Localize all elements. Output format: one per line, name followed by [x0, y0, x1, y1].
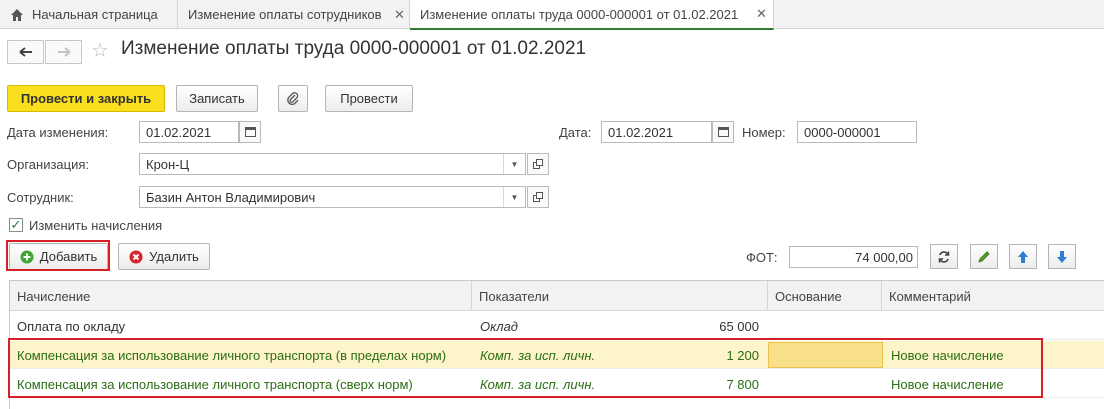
move-up-button[interactable]: [1009, 244, 1037, 269]
indicator-cell: Оклад: [480, 318, 518, 334]
forward-button[interactable]: [45, 40, 82, 64]
organization-value: Крон-Ц: [146, 156, 190, 172]
date-label: Дата:: [559, 125, 592, 140]
change-date-calendar-button[interactable]: [239, 121, 261, 143]
arrow-right-icon: [57, 47, 71, 57]
chevron-down-icon[interactable]: ▼: [503, 187, 525, 207]
column-header-comment[interactable]: Комментарий: [882, 281, 1104, 311]
employee-label: Сотрудник:: [7, 190, 74, 205]
organization-label: Организация:: [7, 157, 90, 172]
organization-open-button[interactable]: [527, 153, 549, 175]
pencil-icon: [978, 250, 990, 263]
highlight-box-add: [6, 240, 110, 271]
change-date-label: Дата изменения:: [7, 125, 109, 140]
tab-home-label: Начальная страница: [32, 7, 158, 22]
employee-value: Базин Антон Владимирович: [146, 189, 316, 205]
indicator-value-cell: 65 000: [719, 318, 759, 334]
move-down-button[interactable]: [1048, 244, 1076, 269]
date-field[interactable]: 01.02.2021: [601, 121, 712, 143]
back-button[interactable]: [7, 40, 44, 64]
attach-button[interactable]: [278, 85, 308, 112]
calendar-icon: [717, 127, 729, 137]
number-field[interactable]: 0000-000001: [797, 121, 917, 143]
delete-circle-icon: [129, 250, 143, 263]
delete-button[interactable]: Удалить: [118, 243, 210, 270]
organization-field[interactable]: Крон-Ц ▼: [139, 153, 526, 175]
date-value: 01.02.2021: [608, 124, 674, 140]
number-label: Номер:: [742, 125, 786, 140]
number-value: 0000-000001: [804, 124, 881, 140]
delete-button-label: Удалить: [149, 249, 199, 264]
table-header: Начисление Показатели Основание Коммента…: [10, 281, 1104, 311]
refresh-button[interactable]: [930, 244, 958, 269]
tab-bar: Начальная страница Изменение оплаты сотр…: [0, 0, 1104, 30]
change-accruals-checkbox[interactable]: ✓: [9, 218, 23, 232]
checkmark-icon: ✓: [10, 217, 22, 232]
column-header-indicators[interactable]: Показатели: [472, 281, 768, 311]
column-header-accrual[interactable]: Начисление: [10, 281, 472, 311]
tab-employee-pay-changes[interactable]: Изменение оплаты сотрудников ✕: [178, 0, 410, 29]
table-row[interactable]: Оплата по окладу Оклад 65 000: [10, 312, 1104, 340]
fot-label: ФОТ:: [746, 250, 778, 265]
employee-open-button[interactable]: [527, 186, 549, 208]
date-calendar-button[interactable]: [712, 121, 734, 143]
close-icon[interactable]: ✕: [394, 7, 405, 23]
home-icon: [10, 8, 24, 22]
tab-home[interactable]: Начальная страница: [0, 0, 178, 29]
fot-value: 74 000,00: [855, 249, 913, 265]
paperclip-icon: [287, 91, 299, 105]
close-icon[interactable]: ✕: [756, 6, 767, 22]
employee-field[interactable]: Базин Антон Владимирович ▼: [139, 186, 526, 208]
post-and-close-button[interactable]: Провести и закрыть: [7, 85, 165, 112]
edit-button[interactable]: [970, 244, 998, 269]
change-date-field[interactable]: 01.02.2021: [139, 121, 239, 143]
tab-label: Изменение оплаты сотрудников: [188, 7, 382, 22]
tab-label: Изменение оплаты труда 0000-000001 от 01…: [420, 6, 739, 22]
change-accruals-label: Изменить начисления: [29, 218, 163, 233]
favorite-star-icon[interactable]: ☆: [91, 40, 109, 62]
chevron-down-icon[interactable]: ▼: [503, 154, 525, 174]
save-button[interactable]: Записать: [176, 85, 258, 112]
refresh-icon: [938, 250, 950, 263]
open-window-icon: [533, 192, 543, 202]
calendar-icon: [244, 127, 256, 137]
arrow-down-icon: [1057, 250, 1067, 263]
tab-current-document[interactable]: Изменение оплаты труда 0000-000001 от 01…: [410, 0, 774, 30]
accrual-cell: Оплата по окладу: [17, 318, 126, 334]
column-header-basis[interactable]: Основание: [768, 281, 882, 311]
page-title: Изменение оплаты труда 0000-000001 от 01…: [121, 38, 587, 59]
fot-field[interactable]: 74 000,00: [789, 246, 918, 268]
change-date-value: 01.02.2021: [146, 124, 212, 140]
post-button[interactable]: Провести: [325, 85, 413, 112]
arrow-left-icon: [18, 47, 32, 57]
open-window-icon: [533, 159, 543, 169]
arrow-up-icon: [1018, 250, 1028, 263]
highlight-box-new-rows: [8, 338, 1043, 398]
